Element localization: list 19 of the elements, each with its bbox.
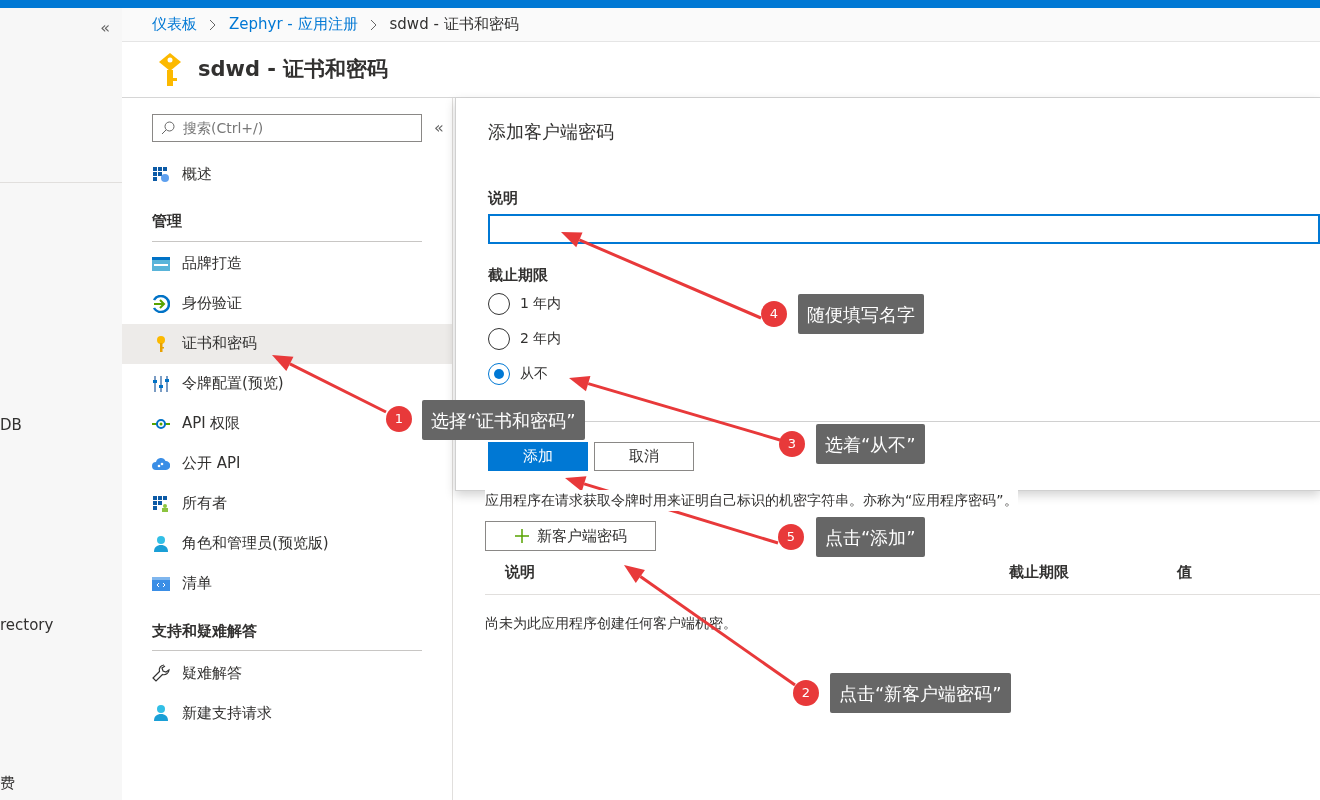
- field-label: 截止期限: [488, 264, 549, 286]
- column-header: 说明: [503, 562, 536, 584]
- column-header: 值: [1177, 562, 1193, 584]
- annotation-tooltip: 选择“证书和密码”: [422, 400, 585, 440]
- step-badge: 2: [793, 680, 819, 706]
- section-heading: 管理: [152, 210, 422, 242]
- section-heading: 支持和疑难解答: [152, 619, 422, 651]
- annotation-tooltip: 选着“从不”: [816, 424, 925, 464]
- annotation-tooltip: 点击“添加”: [816, 517, 925, 557]
- page-title: sdwd - 证书和密码: [198, 55, 389, 83]
- column-header: 截止期限: [1009, 562, 1070, 584]
- description-text: 应用程序在请求获取令牌时用来证明自己标识的机密字符串。亦称为“应用程序密码”。: [485, 490, 1018, 511]
- annotation-tooltip: 随便填写名字: [798, 294, 924, 334]
- step-badge: 1: [386, 406, 412, 432]
- annotation-tooltip: 点击“新客户端密码”: [830, 673, 1011, 713]
- breadcrumb-current: sdwd - 证书和密码: [389, 14, 519, 36]
- panel-title: 添加客户端密码: [488, 120, 615, 144]
- field-label: 说明: [488, 188, 519, 209]
- step-badge: 5: [778, 524, 804, 550]
